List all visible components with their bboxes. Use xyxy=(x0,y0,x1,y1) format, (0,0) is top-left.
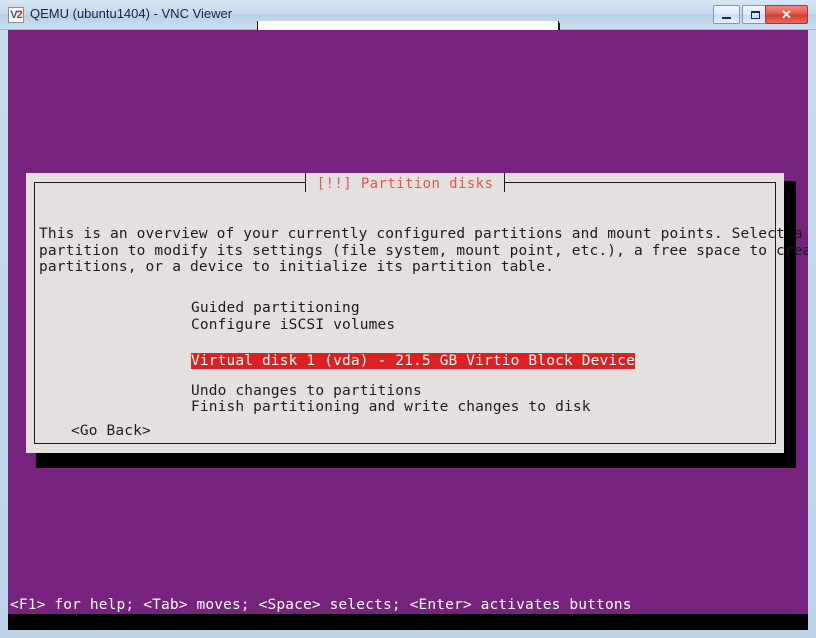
console-bottom-filler xyxy=(8,614,808,630)
dialog-title-box: [!!] Partition disks xyxy=(304,173,506,192)
menu-item-undo-changes[interactable]: Undo changes to partitions xyxy=(191,383,635,400)
window-title: QEMU (ubuntu1404) - VNC Viewer xyxy=(30,6,233,21)
vnc-viewer-window: V2 QEMU (ubuntu1404) - VNC Viewer ✕ [!!]… xyxy=(0,0,816,638)
close-button[interactable]: ✕ xyxy=(765,5,808,24)
close-icon: ✕ xyxy=(781,6,792,22)
partition-disks-dialog: [!!] Partition disks This is an overview… xyxy=(26,173,808,453)
minimize-icon xyxy=(714,6,739,23)
dialog-intro-text: This is an overview of your currently co… xyxy=(39,226,808,275)
menu-spacer-1 xyxy=(191,333,635,350)
go-back-button[interactable]: <Go Back> xyxy=(71,423,151,439)
dialog-button-row: <Go Back> xyxy=(71,420,151,439)
vnc-app-icon: V2 xyxy=(8,7,24,23)
dialog-title-area: [!!] Partition disks xyxy=(26,173,784,192)
dialog-title-text: [!!] Partition disks xyxy=(316,176,494,192)
installer-status-bar: <F1> for help; <Tab> moves; <Space> sele… xyxy=(8,597,808,614)
installer-console: [!!] Partition disks This is an overview… xyxy=(8,30,808,630)
menu-item-finish-partitioning[interactable]: Finish partitioning and write changes to… xyxy=(191,399,635,416)
menu-item-virtual-disk-1[interactable]: Virtual disk 1 (vda) - 21.5 GB Virtio Bl… xyxy=(191,352,635,369)
partition-menu[interactable]: Guided partitioning Configure iSCSI volu… xyxy=(191,300,635,416)
vnc-remote-screen[interactable]: [!!] Partition disks This is an overview… xyxy=(8,30,808,630)
minimize-button[interactable] xyxy=(713,5,740,24)
menu-item-guided-partitioning[interactable]: Guided partitioning xyxy=(191,300,635,317)
menu-item-configure-iscsi-volumes[interactable]: Configure iSCSI volumes xyxy=(191,317,635,334)
